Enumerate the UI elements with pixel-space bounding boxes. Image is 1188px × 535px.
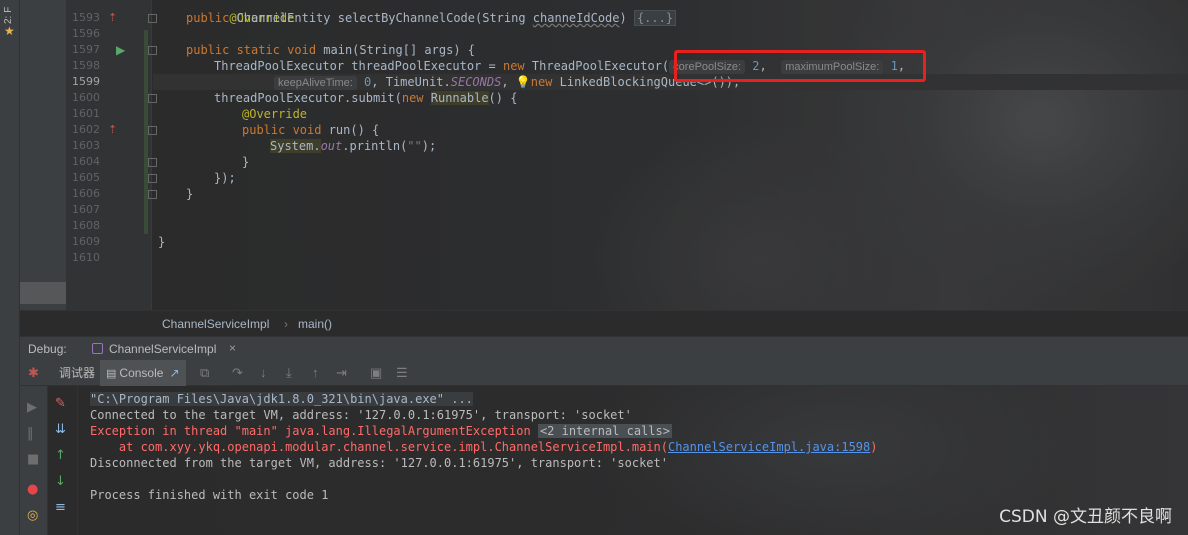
frames-icon[interactable]: ⧉ — [200, 365, 209, 381]
stacktrace-link[interactable]: ChannelServiceImpl.java:1598 — [668, 440, 870, 454]
editor-gutter: 1593 1596 1597 1598 1599 1600 1601 1602 … — [20, 0, 157, 310]
step-into-icon[interactable]: ↓ — [260, 365, 267, 380]
step-over-icon[interactable]: ↷ — [232, 365, 243, 381]
line-number: 1602 — [72, 123, 100, 136]
restore-layout-icon[interactable]: ↗ — [169, 366, 179, 380]
line-number: 1605 — [72, 171, 100, 184]
folded-code-block[interactable]: {...} — [633, 10, 677, 26]
structure-tool-tab[interactable]: 2: F — [3, 2, 17, 24]
run-to-cursor-icon[interactable]: ⇥ — [336, 365, 347, 381]
line-number: 1606 — [72, 187, 100, 200]
code-line: threadPoolExecutor.submit(new Runnable()… — [214, 91, 518, 105]
internal-calls-fold[interactable]: <2 internal calls> — [537, 424, 672, 438]
step-out-icon[interactable]: ↑ — [312, 365, 319, 380]
watermark: CSDN @文丑颜不良啊 — [999, 507, 1172, 527]
scroll-down-icon[interactable]: ↓ — [55, 474, 66, 489]
force-step-into-icon[interactable]: ⤓ — [286, 365, 292, 381]
mute-breakpoints-icon[interactable]: ◎ — [27, 508, 38, 523]
line-number: 1593 — [72, 11, 100, 24]
debug-panel-header: Debug: ChannelServiceImpl × — [20, 336, 1188, 360]
console-icon: ▤ — [106, 368, 117, 380]
breadcrumb-method[interactable]: main() — [298, 317, 332, 331]
tab-console[interactable]: ▤ Console ↗ — [100, 360, 186, 386]
clear-console-icon[interactable]: ✎ — [55, 396, 66, 411]
highlight-annotation-box — [674, 50, 926, 82]
debug-side-toolbar: ▶ ‖ ■ ● ◎ — [20, 386, 48, 535]
line-number: 1601 — [72, 107, 100, 120]
console-line: Exception in thread "main" java.lang.Ill… — [90, 424, 672, 438]
line-number: 1600 — [72, 91, 100, 104]
intention-bulb-icon[interactable]: 💡 — [516, 75, 531, 89]
console-line: Disconnected from the target VM, address… — [90, 456, 668, 470]
close-icon[interactable]: × — [229, 341, 236, 355]
bug-icon: ✱ — [28, 365, 39, 380]
debug-toolbar: ✱ 调试器 ▤ Console ↗ ⧉ ↷ ↓ ⤓ ↑ ⇥ ▣ ☰ — [20, 360, 1188, 386]
resume-icon[interactable]: ▶ — [27, 400, 37, 415]
debug-session-tab[interactable]: ChannelServiceImpl — [109, 342, 216, 356]
line-number: 1596 — [72, 27, 100, 40]
left-tool-strip: 2: F ★ — [0, 0, 20, 535]
console-line: Connected to the target VM, address: '12… — [90, 408, 632, 422]
scroll-up-icon[interactable]: ↑ — [55, 448, 66, 463]
code-line: @Override — [229, 11, 295, 25]
code-line: public static void main(String[] args) { — [186, 43, 475, 57]
stop-icon[interactable]: ■ — [27, 452, 39, 467]
debug-title: Debug: — [28, 342, 67, 356]
line-number: 1608 — [72, 219, 100, 232]
breadcrumb: ChannelServiceImpl › main() — [20, 310, 1188, 336]
breadcrumb-separator-icon: › — [284, 317, 288, 331]
override-marker-icon[interactable]: ⇡ — [108, 10, 117, 26]
code-line: } — [242, 155, 250, 169]
evaluate-expression-icon[interactable]: ▣ — [370, 365, 382, 381]
line-number: 1610 — [72, 251, 100, 264]
code-editor[interactable]: 1593 1596 1597 1598 1599 1600 1601 1602 … — [20, 0, 1188, 310]
panel-scroll-thumb[interactable] — [20, 282, 66, 304]
console-line: "C:\Program Files\Java\jdk1.8.0_321\bin\… — [90, 392, 473, 406]
console-side-toolbar: ✎ ⇊ ↑ ↓ ≡ — [48, 386, 78, 535]
console-line: Process finished with exit code 1 — [90, 488, 329, 502]
line-number: 1599 — [72, 75, 100, 88]
override-marker-icon[interactable]: ⇡ — [108, 122, 117, 138]
project-panel-edge — [20, 0, 66, 310]
run-main-icon[interactable]: ▶ — [116, 42, 125, 58]
line-number: 1598 — [72, 59, 100, 72]
filter-icon[interactable]: ≡ — [55, 500, 66, 515]
breadcrumb-class[interactable]: ChannelServiceImpl — [162, 317, 269, 331]
line-number: 1604 — [72, 155, 100, 168]
code-line: System.out.println(""); — [270, 139, 437, 153]
soft-wrap-icon[interactable]: ⇊ — [55, 422, 66, 437]
line-number: 1607 — [72, 203, 100, 216]
pause-icon[interactable]: ‖ — [27, 426, 34, 441]
console-line: at com.xyy.ykq.openapi.modular.channel.s… — [90, 440, 878, 454]
code-area[interactable]: @Override public ChannelEntity selectByC… — [153, 0, 1188, 310]
line-number: 1609 — [72, 235, 100, 248]
code-line: }); — [214, 171, 236, 185]
run-config-icon — [92, 343, 103, 354]
code-line: } — [158, 235, 166, 249]
view-breakpoints-icon[interactable]: ● — [27, 482, 38, 497]
code-line: keepAliveTime: 0, TimeUnit.SECONDS, 💡new… — [274, 74, 740, 90]
code-line: @Override — [242, 107, 308, 121]
console-tab-label: Console — [119, 366, 164, 380]
trace-icon[interactable]: ☰ — [396, 365, 408, 381]
code-line: public void run() { — [242, 123, 380, 137]
line-number: 1603 — [72, 139, 100, 152]
favorites-star-icon[interactable]: ★ — [4, 24, 15, 38]
code-line: } — [186, 187, 194, 201]
line-number: 1597 — [72, 43, 100, 56]
code-line: public ChannelEntity selectByChannelCode… — [186, 10, 677, 26]
param-hint-keepalivetime: keepAliveTime: — [274, 76, 357, 90]
tab-debugger[interactable]: 调试器 — [59, 360, 95, 386]
